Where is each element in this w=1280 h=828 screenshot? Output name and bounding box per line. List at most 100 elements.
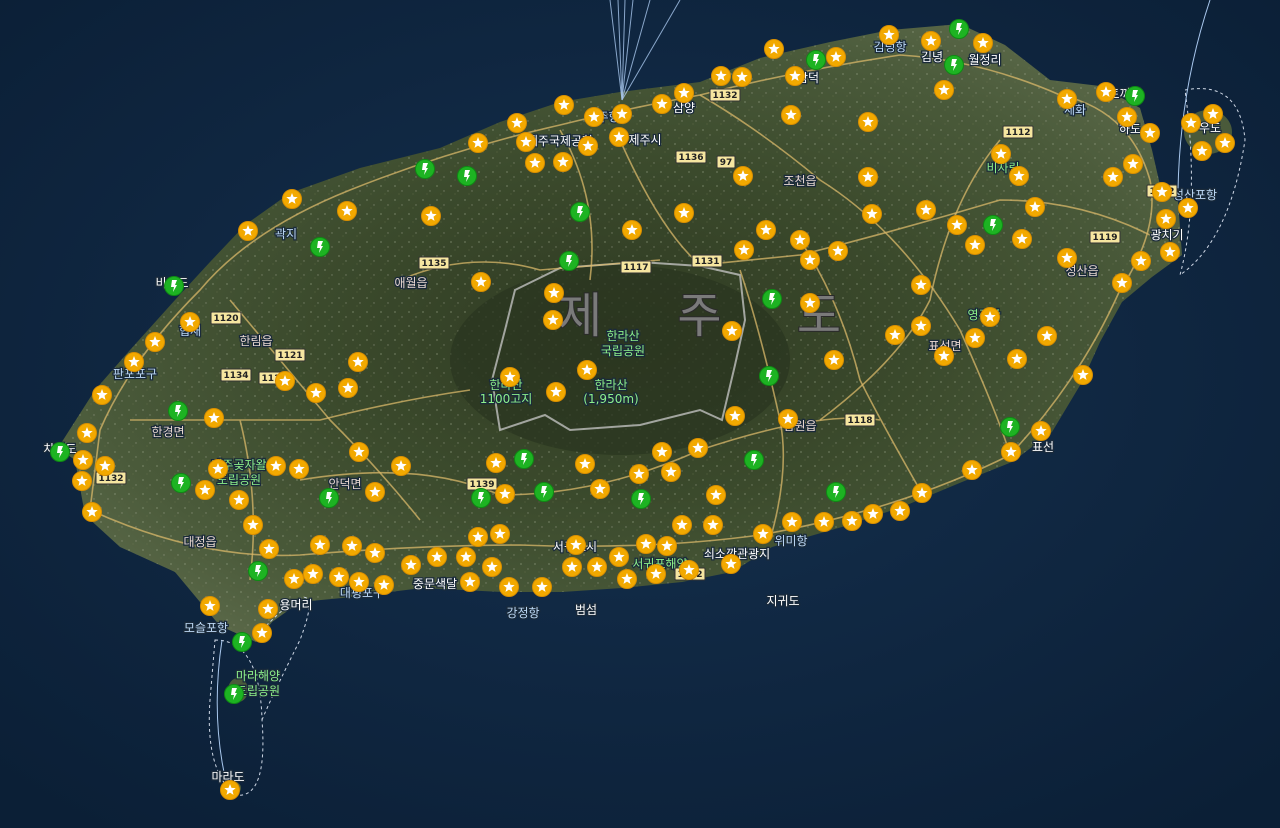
ev-charger-marker[interactable]: [415, 159, 435, 179]
place-label[interactable]: 범섬: [574, 602, 599, 619]
tourist-spot-marker[interactable]: [609, 127, 629, 147]
tourist-spot-marker[interactable]: [200, 596, 220, 616]
tourist-spot-marker[interactable]: [180, 312, 200, 332]
tourist-spot-marker[interactable]: [674, 83, 694, 103]
tourist-spot-marker[interactable]: [516, 132, 536, 152]
tourist-spot-marker[interactable]: [575, 454, 595, 474]
ev-charger-marker[interactable]: [534, 482, 554, 502]
tourist-spot-marker[interactable]: [947, 215, 967, 235]
tourist-spot-marker[interactable]: [652, 442, 672, 462]
tourist-spot-marker[interactable]: [337, 201, 357, 221]
tourist-spot-marker[interactable]: [73, 450, 93, 470]
place-label[interactable]: 곽지: [274, 226, 299, 243]
place-label[interactable]: 지귀도: [765, 593, 801, 610]
tourist-spot-marker[interactable]: [734, 240, 754, 260]
tourist-spot-marker[interactable]: [973, 33, 993, 53]
tourist-spot-marker[interactable]: [679, 560, 699, 580]
tourist-spot-marker[interactable]: [266, 456, 286, 476]
tourist-spot-marker[interactable]: [1131, 251, 1151, 271]
tourist-spot-marker[interactable]: [275, 371, 295, 391]
ev-charger-marker[interactable]: [232, 632, 252, 652]
ev-charger-marker[interactable]: [457, 166, 477, 186]
tourist-spot-marker[interactable]: [220, 780, 240, 800]
tourist-spot-marker[interactable]: [1031, 421, 1051, 441]
ev-charger-marker[interactable]: [631, 489, 651, 509]
tourist-spot-marker[interactable]: [471, 272, 491, 292]
place-label[interactable]: 국립공원: [600, 343, 647, 360]
tourist-spot-marker[interactable]: [733, 166, 753, 186]
ev-charger-marker[interactable]: [224, 684, 244, 704]
tourist-spot-marker[interactable]: [782, 512, 802, 532]
tourist-spot-marker[interactable]: [965, 328, 985, 348]
tourist-spot-marker[interactable]: [95, 456, 115, 476]
tourist-spot-marker[interactable]: [826, 47, 846, 67]
tourist-spot-marker[interactable]: [1140, 123, 1160, 143]
tourist-spot-marker[interactable]: [862, 204, 882, 224]
satellite-map[interactable]: 제 주 도 한라산국립공원한라산(1,950m)한라산1100고지애월읍곽지비양…: [0, 0, 1280, 828]
ev-charger-marker[interactable]: [944, 55, 964, 75]
tourist-spot-marker[interactable]: [1112, 273, 1132, 293]
place-label[interactable]: 애월읍: [393, 275, 429, 292]
tourist-spot-marker[interactable]: [722, 321, 742, 341]
tourist-spot-marker[interactable]: [124, 352, 144, 372]
tourist-spot-marker[interactable]: [584, 107, 604, 127]
tourist-spot-marker[interactable]: [672, 515, 692, 535]
place-label[interactable]: 제주시: [627, 132, 663, 149]
tourist-spot-marker[interactable]: [711, 66, 731, 86]
tourist-spot-marker[interactable]: [934, 80, 954, 100]
tourist-spot-marker[interactable]: [636, 534, 656, 554]
tourist-spot-marker[interactable]: [1156, 209, 1176, 229]
tourist-spot-marker[interactable]: [991, 144, 1011, 164]
tourist-spot-marker[interactable]: [500, 367, 520, 387]
place-label[interactable]: 월정리: [967, 52, 1003, 69]
place-label[interactable]: 조천읍: [782, 172, 818, 190]
ev-charger-marker[interactable]: [826, 482, 846, 502]
place-label[interactable]: 한라산: [605, 328, 641, 345]
ev-charger-marker[interactable]: [171, 473, 191, 493]
tourist-spot-marker[interactable]: [652, 94, 672, 114]
tourist-spot-marker[interactable]: [544, 283, 564, 303]
tourist-spot-marker[interactable]: [587, 557, 607, 577]
tourist-spot-marker[interactable]: [258, 599, 278, 619]
tourist-spot-marker[interactable]: [756, 220, 776, 240]
ev-charger-marker[interactable]: [983, 215, 1003, 235]
tourist-spot-marker[interactable]: [1057, 248, 1077, 268]
tourist-spot-marker[interactable]: [911, 275, 931, 295]
tourist-spot-marker[interactable]: [456, 547, 476, 567]
ev-charger-marker[interactable]: [759, 366, 779, 386]
tourist-spot-marker[interactable]: [657, 536, 677, 556]
place-label[interactable]: 한경면: [150, 424, 186, 441]
place-label[interactable]: 안덕면: [327, 476, 363, 493]
tourist-spot-marker[interactable]: [1007, 349, 1027, 369]
tourist-spot-marker[interactable]: [208, 459, 228, 479]
tourist-spot-marker[interactable]: [1012, 229, 1032, 249]
ev-charger-marker[interactable]: [559, 251, 579, 271]
tourist-spot-marker[interactable]: [532, 577, 552, 597]
tourist-spot-marker[interactable]: [916, 200, 936, 220]
tourist-spot-marker[interactable]: [1009, 166, 1029, 186]
ev-charger-marker[interactable]: [744, 450, 764, 470]
tourist-spot-marker[interactable]: [284, 569, 304, 589]
ev-charger-marker[interactable]: [1000, 417, 1020, 437]
tourist-spot-marker[interactable]: [1152, 182, 1172, 202]
tourist-spot-marker[interactable]: [732, 67, 752, 87]
tourist-spot-marker[interactable]: [238, 221, 258, 241]
tourist-spot-marker[interactable]: [725, 406, 745, 426]
tourist-spot-marker[interactable]: [824, 350, 844, 370]
ev-charger-marker[interactable]: [806, 50, 826, 70]
tourist-spot-marker[interactable]: [617, 569, 637, 589]
tourist-spot-marker[interactable]: [365, 543, 385, 563]
tourist-spot-marker[interactable]: [753, 524, 773, 544]
tourist-spot-marker[interactable]: [1057, 89, 1077, 109]
tourist-spot-marker[interactable]: [195, 480, 215, 500]
tourist-spot-marker[interactable]: [1037, 326, 1057, 346]
tourist-spot-marker[interactable]: [374, 575, 394, 595]
tourist-spot-marker[interactable]: [282, 189, 302, 209]
tourist-spot-marker[interactable]: [460, 572, 480, 592]
tourist-spot-marker[interactable]: [1001, 442, 1021, 462]
tourist-spot-marker[interactable]: [486, 453, 506, 473]
tourist-spot-marker[interactable]: [421, 206, 441, 226]
place-label[interactable]: 한라산: [593, 377, 629, 394]
tourist-spot-marker[interactable]: [1178, 198, 1198, 218]
tourist-spot-marker[interactable]: [781, 105, 801, 125]
